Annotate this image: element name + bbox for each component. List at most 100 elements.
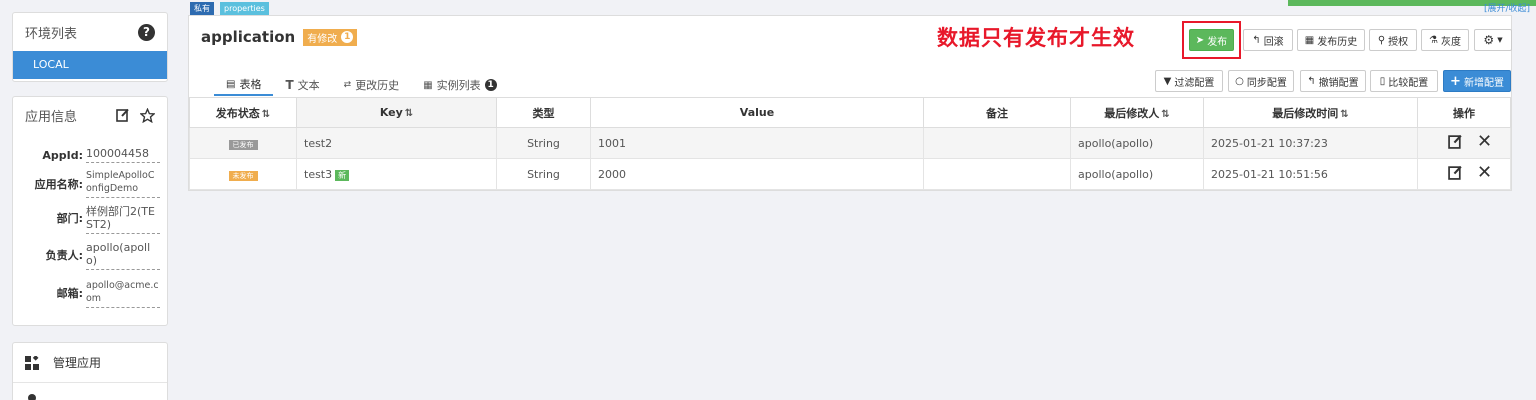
- tab-label: 文本: [297, 79, 320, 92]
- info-row-owner: 负责人: apollo(apollo): [13, 239, 167, 275]
- col-header-ops: 操作: [1417, 97, 1511, 128]
- add-label: 新增配置: [1463, 77, 1504, 89]
- key-text: test2: [304, 136, 333, 150]
- cell-modifier: apollo(apollo): [1070, 158, 1204, 190]
- app-info-panel: 应用信息 AppId: 100004458 应用名称: SimpleApollo…: [12, 96, 168, 326]
- header-label: 发布状态: [215, 106, 260, 120]
- filter-label: 过滤配置: [1174, 77, 1215, 89]
- app-info-title: 应用信息: [25, 109, 78, 125]
- cell-status: 已发布: [189, 127, 297, 159]
- send-icon: ➤: [1195, 34, 1205, 46]
- table-header-row: 发布状态 ⇅ Key ⇅ 类型 Value 备注 最后修改人 ⇅ 最后修改时间 …: [189, 97, 1511, 128]
- cell-ops: ✕: [1417, 158, 1511, 190]
- help-icon[interactable]: ?: [138, 23, 155, 41]
- header-label: 最后修改时间: [1272, 106, 1339, 120]
- modified-label: 有修改: [307, 33, 338, 45]
- file-icon: ▯: [1379, 75, 1386, 87]
- config-table: 发布状态 ⇅ Key ⇅ 类型 Value 备注 最后修改人 ⇅ 最后修改时间 …: [189, 97, 1511, 190]
- add-config-button[interactable]: + 新增配置: [1443, 70, 1511, 92]
- tab-text[interactable]: T 文本: [273, 77, 331, 96]
- list-icon: ▦: [423, 79, 433, 91]
- publish-button[interactable]: ➤ 发布: [1189, 29, 1234, 51]
- header-label: 操作: [1453, 106, 1475, 120]
- col-header-key[interactable]: Key ⇅: [296, 97, 497, 128]
- info-value: SimpleApolloConfigDemo: [86, 167, 160, 198]
- env-item-local[interactable]: LOCAL: [13, 51, 167, 79]
- compare-label: 比较配置: [1388, 77, 1429, 89]
- info-row-email: 邮箱: apollo@acme.com: [13, 277, 167, 313]
- compare-config-button[interactable]: ▯ 比较配置: [1370, 70, 1438, 92]
- tab-table[interactable]: ▤ 表格: [214, 77, 274, 96]
- header-label: Key: [379, 106, 403, 119]
- expand-toggle-link[interactable]: [展开/收起]: [1484, 1, 1530, 14]
- env-panel-title: 环境列表: [25, 26, 78, 42]
- undo-icon: ↰: [1252, 34, 1261, 46]
- cell-value: 1001: [590, 127, 924, 159]
- info-key: AppId:: [42, 149, 83, 162]
- tab-label: 实例列表: [436, 79, 481, 92]
- exchange-icon: ⇄: [343, 80, 352, 90]
- cell-type: String: [496, 127, 591, 159]
- sync-config-button[interactable]: ○ 同步配置: [1228, 70, 1294, 92]
- table-row: 未发布 test3 新 String 2000 apollo(apollo) 20…: [189, 158, 1511, 190]
- edit-icon[interactable]: [116, 108, 130, 122]
- settings-dropdown-button[interactable]: ⚙ ▼: [1474, 29, 1512, 51]
- edit-icon[interactable]: [1448, 134, 1463, 149]
- info-key: 部门:: [56, 212, 83, 225]
- delete-icon[interactable]: ✕: [1477, 163, 1492, 181]
- rollback-button[interactable]: ↰ 回滚: [1243, 29, 1293, 51]
- namespace-name: application: [201, 28, 296, 46]
- header-label: 备注: [986, 106, 1008, 120]
- table-row: 已发布 test2 String 1001 apollo(apollo) 202…: [189, 127, 1511, 159]
- env-panel: 环境列表 ? LOCAL: [12, 12, 168, 82]
- publish-history-button[interactable]: ▦ 发布历史: [1297, 29, 1365, 51]
- cell-comment: [923, 158, 1071, 190]
- cell-type: String: [496, 158, 591, 190]
- col-header-time[interactable]: 最后修改时间 ⇅: [1203, 97, 1418, 128]
- cell-value: 2000: [590, 158, 924, 190]
- namespace-header: application 有修改 1: [201, 28, 358, 46]
- history-label: 发布历史: [1317, 36, 1358, 48]
- calendar-icon: ▦: [1304, 34, 1315, 46]
- side-menu: 管理应用: [12, 342, 168, 400]
- key-text: test3: [304, 167, 333, 181]
- star-icon[interactable]: [140, 107, 155, 123]
- gear-icon: ⚙: [1483, 33, 1495, 47]
- cell-modifier: apollo(apollo): [1070, 127, 1204, 159]
- format-tag: properties: [220, 2, 269, 15]
- new-badge: 新: [335, 169, 350, 181]
- revoke-config-button[interactable]: ↰ 撤销配置: [1300, 70, 1366, 92]
- text-icon: T: [285, 78, 294, 92]
- sort-icon: ⇅: [1161, 108, 1170, 120]
- modified-badge: 有修改 1: [303, 28, 358, 46]
- info-key: 负责人:: [45, 249, 83, 262]
- caret-down-icon: ▼: [1497, 36, 1503, 44]
- info-value: 样例部门2(TEST2): [86, 203, 160, 234]
- side-menu-next: [13, 383, 167, 400]
- tab-instances[interactable]: ▦ 实例列表 1: [411, 77, 508, 96]
- plus-icon: +: [1450, 73, 1461, 89]
- gray-button[interactable]: ⚗ 灰度: [1421, 29, 1469, 51]
- delete-icon[interactable]: ✕: [1477, 132, 1492, 150]
- col-header-status[interactable]: 发布状态 ⇅: [189, 97, 297, 128]
- info-row-appname: 应用名称: SimpleApolloConfigDemo: [13, 167, 167, 201]
- filter-config-button[interactable]: ▼ 过滤配置: [1155, 70, 1223, 92]
- modified-count: 1: [341, 31, 354, 43]
- tab-label: 更改历史: [355, 79, 400, 92]
- sync-icon: ○: [1235, 75, 1244, 87]
- tab-label: 表格: [239, 78, 262, 91]
- revoke-label: 撤销配置: [1318, 77, 1359, 89]
- sort-icon: ⇅: [261, 108, 271, 120]
- filter-icon: ▼: [1163, 75, 1172, 87]
- col-header-type: 类型: [496, 97, 591, 128]
- grant-button[interactable]: ⚲ 授权: [1369, 29, 1417, 51]
- col-header-modifier[interactable]: 最后修改人 ⇅: [1070, 97, 1204, 128]
- side-menu-manage-app[interactable]: 管理应用: [13, 343, 167, 383]
- header-label: 最后修改人: [1104, 106, 1160, 120]
- gray-label: 灰度: [1440, 36, 1461, 48]
- edit-icon[interactable]: [1448, 165, 1463, 180]
- flask-icon: ⚗: [1429, 34, 1438, 46]
- tab-change-history[interactable]: ⇄ 更改历史: [332, 77, 412, 96]
- publish-label: 发布: [1207, 36, 1228, 48]
- scope-tag: 私有: [190, 2, 214, 15]
